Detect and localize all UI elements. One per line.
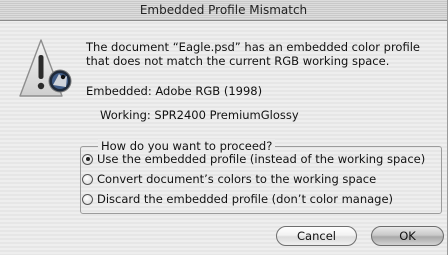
working-profile-label: Working: SPR2400 PremiumGlossy: [100, 108, 299, 122]
group-legend: How do you want to proceed?: [98, 139, 276, 153]
alert-triangle-icon: [19, 39, 72, 97]
message-text: The document “Eagle.psd” has an embedded…: [86, 40, 420, 68]
embedded-profile-label: Embedded: Adobe RGB (1998): [86, 84, 263, 98]
ok-button[interactable]: OK: [371, 226, 444, 246]
title-bar[interactable]: Embedded Profile Mismatch: [0, 0, 447, 21]
photoshop-app-badge-icon: [48, 69, 72, 93]
radio-unselected-icon: [82, 173, 93, 185]
profile-mismatch-dialog: Embedded Profile Mismatch The document “…: [0, 0, 448, 255]
radio-label-use-embedded: Use the embedded profile (instead of the…: [97, 152, 426, 166]
radio-use-embedded-profile[interactable]: Use the embedded profile (instead of the…: [82, 152, 425, 166]
radio-convert-colors[interactable]: Convert document’s colors to the working…: [82, 172, 376, 186]
radio-selected-icon: [82, 153, 93, 165]
radio-label-convert: Convert document’s colors to the working…: [97, 172, 377, 186]
dialog-title: Embedded Profile Mismatch: [139, 3, 308, 17]
radio-unselected-icon: [82, 193, 93, 205]
cancel-button[interactable]: Cancel: [276, 226, 357, 246]
radio-label-discard: Discard the embedded profile (don’t colo…: [97, 192, 394, 206]
radio-discard-profile[interactable]: Discard the embedded profile (don’t colo…: [82, 192, 393, 206]
